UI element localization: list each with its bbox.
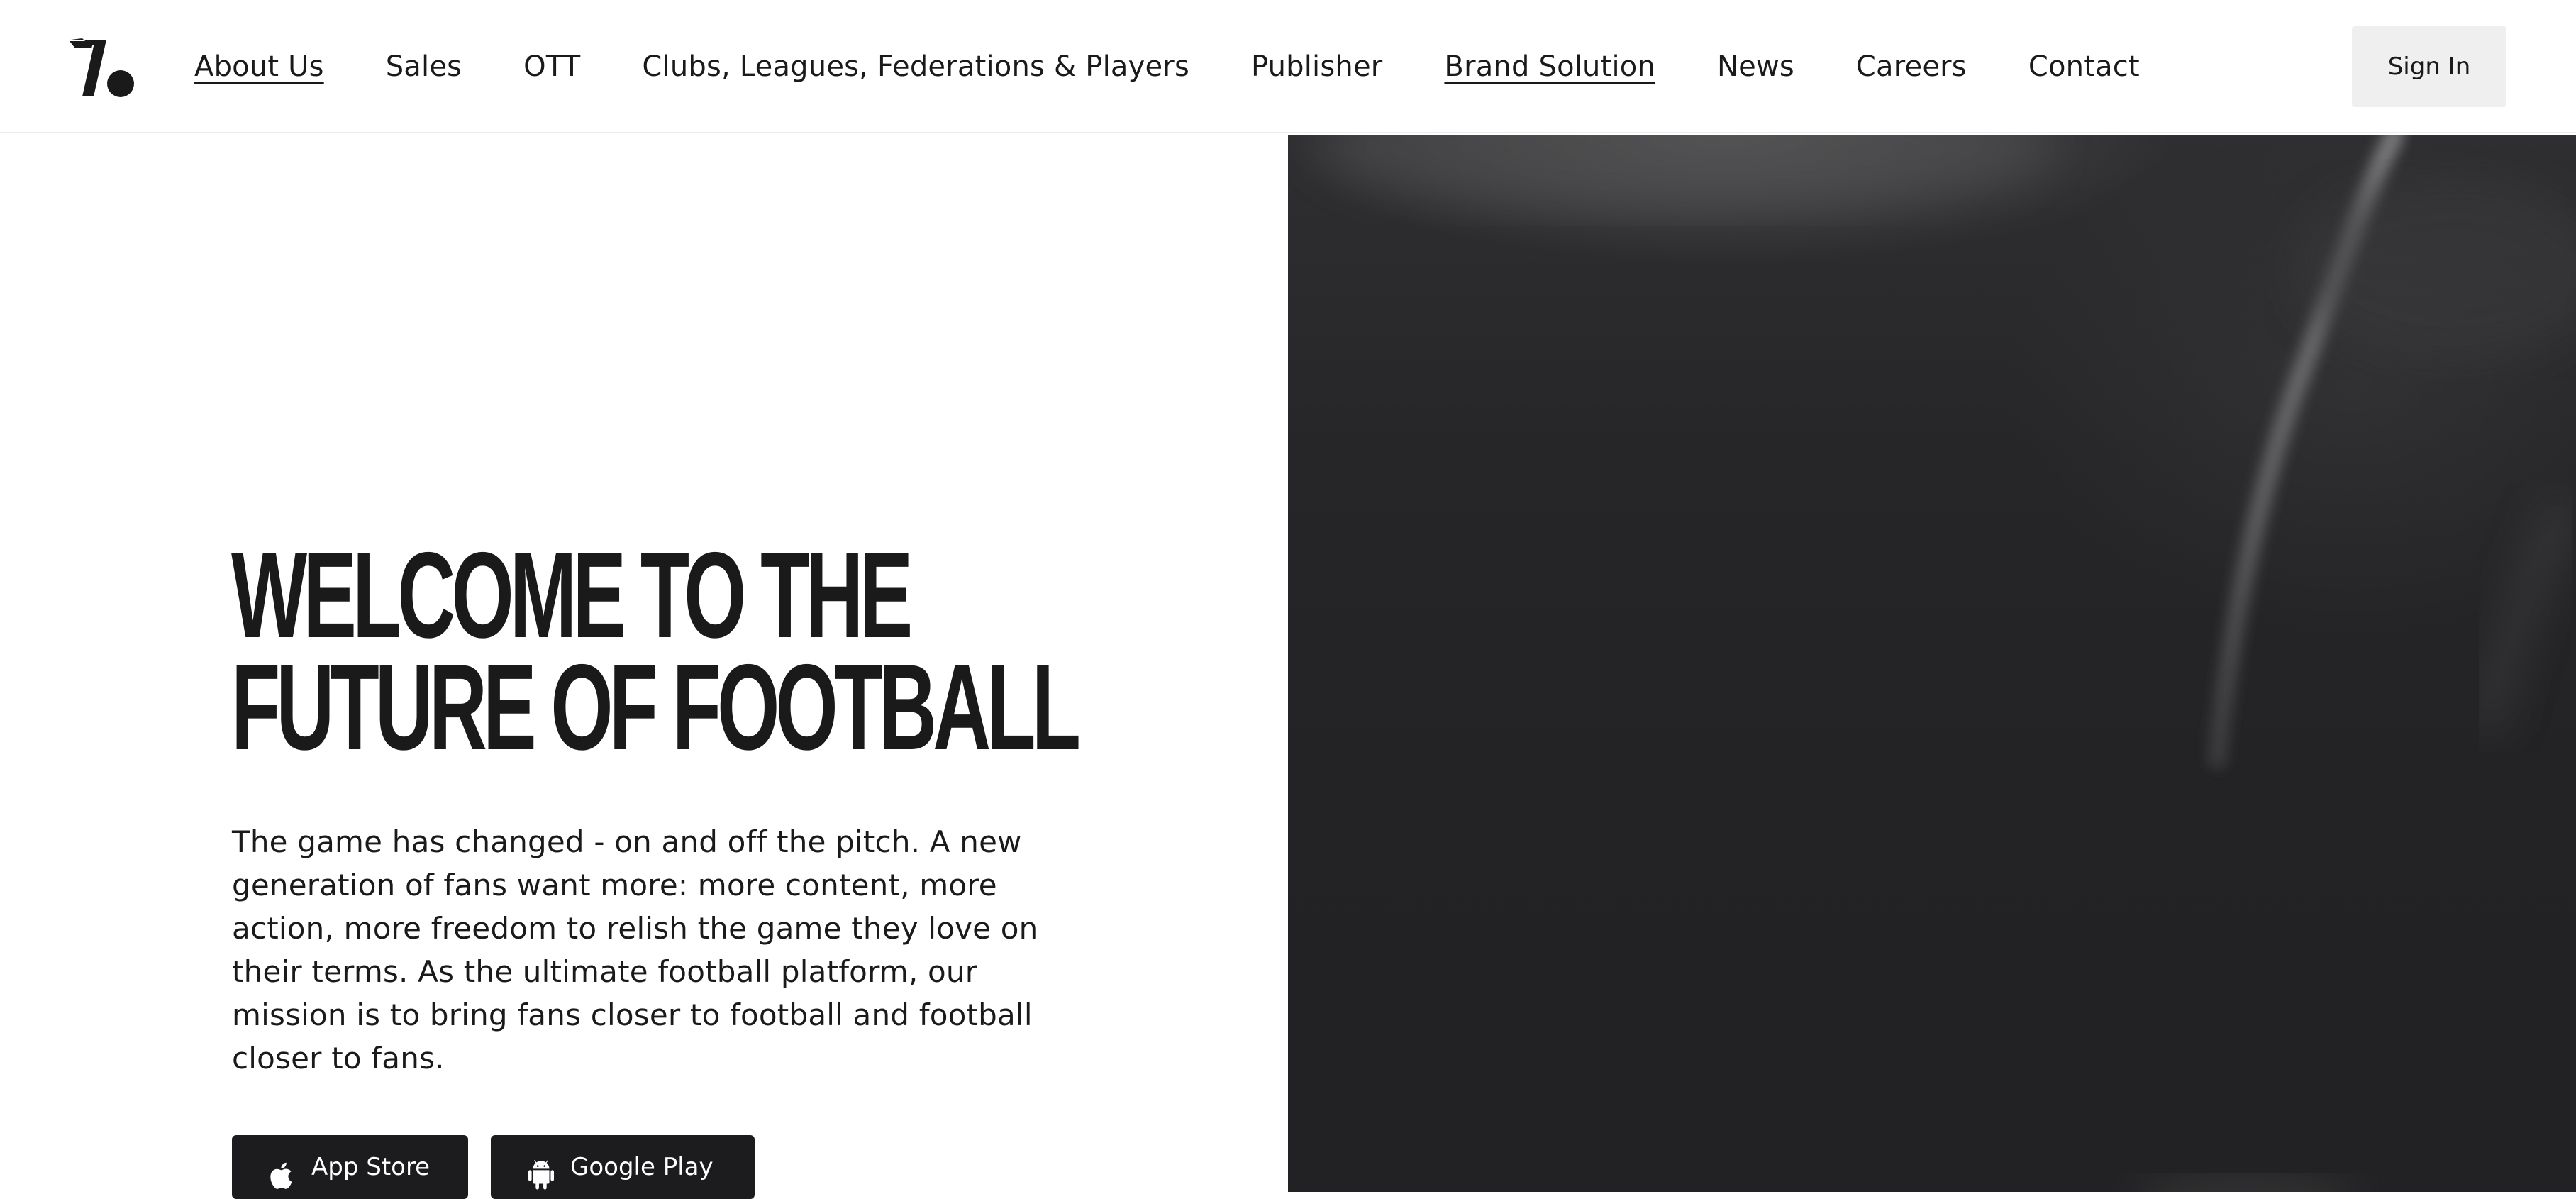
app-store-label: App Store: [311, 1153, 431, 1181]
apple-icon: [270, 1162, 292, 1189]
hero-image-texture: [1316, 135, 2576, 1192]
main-navigation: About Us Sales OTT Clubs, Leagues, Feder…: [194, 0, 2202, 133]
hero-title: WELCOME TO THE FUTURE OF FOOTBALL: [231, 534, 1081, 768]
google-play-button[interactable]: Google Play: [491, 1135, 755, 1199]
google-play-label: Google Play: [570, 1153, 714, 1181]
onefootball-logo-icon[interactable]: [68, 35, 139, 99]
nav-about-us[interactable]: About Us: [194, 50, 324, 83]
app-store-button[interactable]: App Store: [232, 1135, 468, 1199]
nav-careers[interactable]: Careers: [1856, 50, 1967, 83]
hero-title-line-2: FUTURE OF FOOTBALL: [231, 639, 1081, 775]
nav-news[interactable]: News: [1717, 50, 1794, 83]
nav-clubs-leagues-federations-players[interactable]: Clubs, Leagues, Federations & Players: [642, 50, 1189, 83]
sign-in-button[interactable]: Sign In: [2352, 26, 2506, 107]
nav-sales[interactable]: Sales: [386, 50, 462, 83]
hero-background-image: [1288, 135, 2576, 1192]
nav-ott[interactable]: OTT: [523, 50, 580, 83]
nav-publisher[interactable]: Publisher: [1251, 50, 1382, 83]
hero-description: The game has changed - on and off the pi…: [232, 824, 1038, 1076]
nav-brand-solution[interactable]: Brand Solution: [1444, 50, 1655, 83]
top-navbar: About Us Sales OTT Clubs, Leagues, Feder…: [0, 0, 2576, 133]
nav-contact[interactable]: Contact: [2028, 50, 2140, 83]
android-icon: [528, 1160, 555, 1190]
